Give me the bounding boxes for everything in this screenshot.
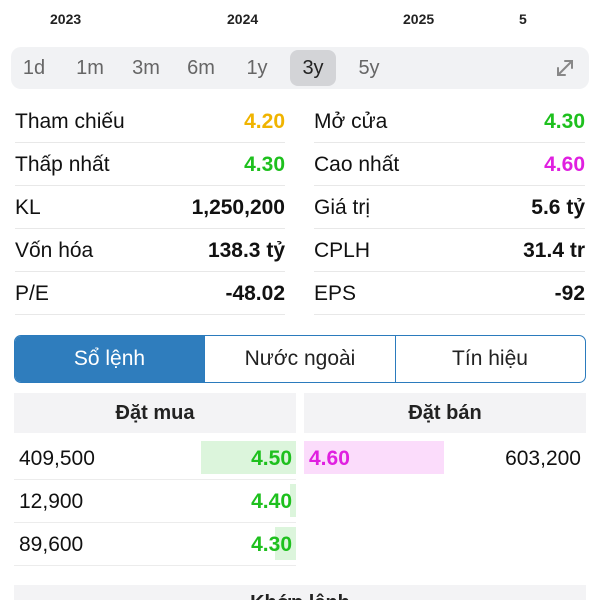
stat-label-pe: P/E: [15, 282, 49, 305]
stat-label-high: Cao nhất: [314, 153, 400, 176]
stat-label-reference: Tham chiếu: [15, 110, 125, 133]
stat-row: P/E -48.02 EPS -92: [15, 272, 587, 315]
range-1y[interactable]: 1y: [234, 50, 280, 86]
bid-header: Đặt mua: [14, 393, 296, 433]
matched-orders-header: Khớp lệnh: [14, 585, 586, 600]
stat-value-volume: 1,250,200: [191, 196, 285, 219]
tab-foreign[interactable]: Nước ngoài: [205, 336, 396, 382]
year-label: 5: [519, 11, 527, 27]
range-1m[interactable]: 1m: [67, 50, 113, 86]
bid-qty: 89,600: [19, 533, 84, 556]
ask-row: 4.60 603,200: [304, 437, 586, 480]
range-3y[interactable]: 3y: [290, 50, 336, 86]
stat-label-volume: KL: [15, 196, 41, 219]
range-3m[interactable]: 3m: [123, 50, 169, 86]
range-5y[interactable]: 5y: [346, 50, 392, 86]
stat-row: Vốn hóa 138.3 tỷ CPLH 31.4 tr: [15, 229, 587, 272]
bid-row: 409,500 4.50: [14, 437, 296, 480]
bid-qty: 409,500: [19, 447, 95, 470]
bid-row: 89,600 4.30: [14, 523, 296, 566]
bid-price[interactable]: 4.40: [251, 480, 292, 523]
range-1d[interactable]: 1d: [11, 50, 57, 86]
ask-price[interactable]: 4.60: [309, 437, 350, 480]
stat-label-open: Mở cửa: [314, 110, 388, 133]
stat-value-pe: -48.02: [225, 282, 285, 305]
bid-qty: 12,900: [19, 490, 84, 513]
stat-label-eps: EPS: [314, 282, 357, 305]
year-label: 2025: [403, 11, 435, 27]
stat-row: KL 1,250,200 Giá trị 5.6 tỷ: [15, 186, 587, 229]
year-label: 2024: [227, 11, 259, 27]
tab-order-book[interactable]: Sổ lệnh: [15, 336, 205, 382]
bid-price[interactable]: 4.50: [251, 437, 292, 480]
stat-value-low: 4.30: [244, 153, 285, 176]
bid-price[interactable]: 4.30: [251, 523, 292, 566]
year-label: 2023: [50, 11, 82, 27]
stat-value-value: 5.6 tỷ: [531, 196, 585, 219]
ask-header: Đặt bán: [304, 393, 586, 433]
stat-label-value: Giá trị: [314, 196, 371, 219]
timeline-years: 2023 2024 2025 5: [0, 0, 600, 38]
stat-value-high: 4.60: [544, 153, 585, 176]
stat-row: Tham chiếu 4.20 Mở cửa 4.30: [15, 100, 587, 143]
stat-label-market-cap: Vốn hóa: [15, 239, 94, 262]
range-selector: 1d 1m 3m 6m 1y 3y 5y: [11, 47, 589, 89]
range-6m[interactable]: 6m: [178, 50, 224, 86]
tab-signals[interactable]: Tín hiệu: [396, 336, 584, 382]
stat-label-shares: CPLH: [314, 239, 371, 262]
stat-value-eps: -92: [554, 282, 585, 305]
stat-value-shares: 31.4 tr: [523, 239, 585, 262]
stat-value-market-cap: 138.3 tỷ: [207, 239, 285, 262]
stat-label-low: Thấp nhất: [15, 153, 110, 176]
expand-icon[interactable]: [553, 56, 577, 80]
stat-value-reference: 4.20: [244, 110, 285, 133]
stat-row: Thấp nhất 4.30 Cao nhất 4.60: [15, 143, 587, 186]
stat-value-open: 4.30: [544, 110, 585, 133]
detail-tabs: Sổ lệnh Nước ngoài Tín hiệu: [14, 335, 586, 383]
ask-qty: 603,200: [505, 447, 581, 470]
bid-row: 12,900 4.40: [14, 480, 296, 523]
